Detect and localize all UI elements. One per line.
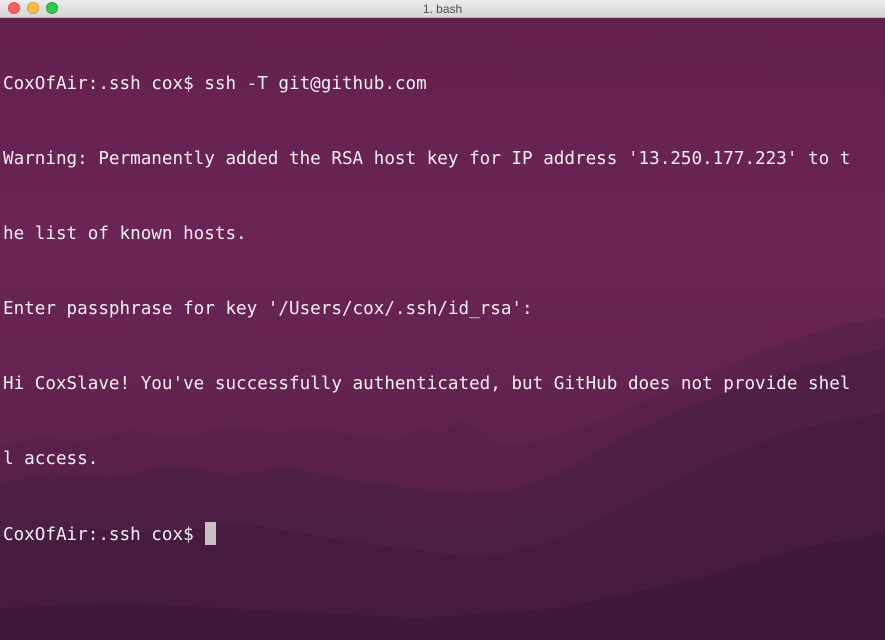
terminal-line: he list of known hosts. (3, 224, 247, 244)
terminal-view[interactable]: CoxOfAir:.ssh cox$ ssh -T git@github.com… (0, 18, 885, 640)
terminal-line: Hi CoxSlave! You've successfully authent… (3, 374, 851, 394)
window-title: 1. bash (422, 2, 463, 16)
terminal-line: Enter passphrase for key '/Users/cox/.ss… (3, 299, 533, 319)
shell-prompt: CoxOfAir:.ssh cox$ (3, 525, 205, 545)
terminal-line: CoxOfAir:.ssh cox$ ssh -T git@github.com (3, 74, 427, 94)
text-cursor (205, 522, 217, 545)
prompt-line[interactable]: CoxOfAir:.ssh cox$ (3, 522, 883, 547)
terminal-output: CoxOfAir:.ssh cox$ ssh -T git@github.com… (3, 22, 883, 597)
terminal-line: Warning: Permanently added the RSA host … (3, 149, 851, 169)
title-bar: 1. bash (0, 0, 885, 18)
terminal-line: l access. (3, 449, 99, 469)
